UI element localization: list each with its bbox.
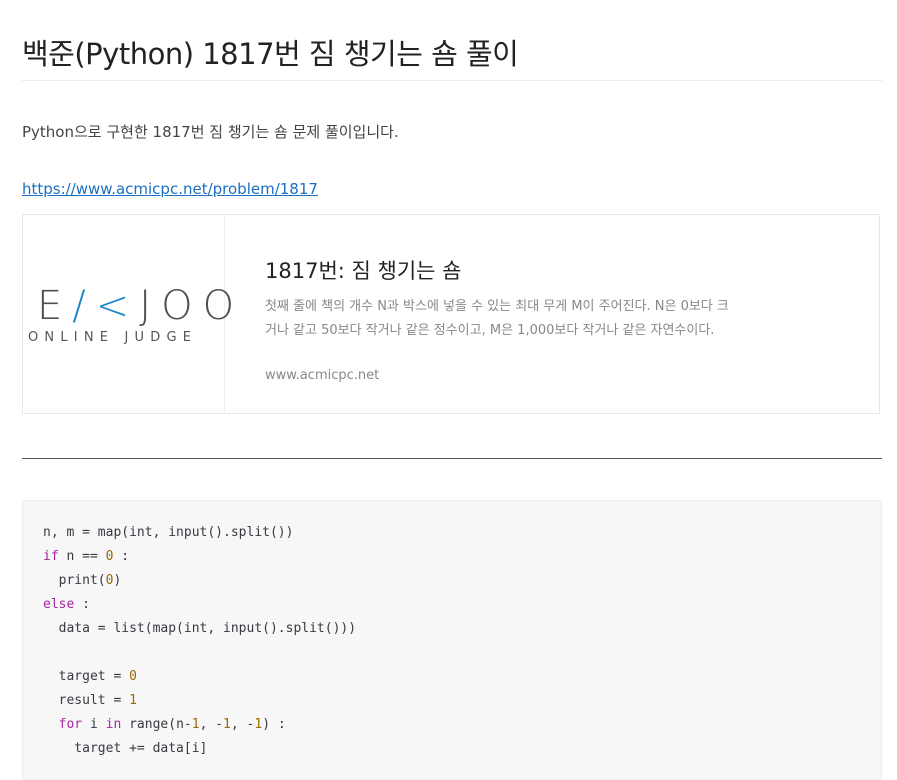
code-block: n, m = map(int, input().split()) if n ==… [22,500,882,780]
post-intro: Python으로 구현한 1817번 짐 챙기는 숌 문제 풀이입니다. [22,123,399,141]
card-thumbnail: E/<JOO ONLINE JUDGE [23,215,234,413]
code-text: target = [43,669,130,684]
number: 1 [191,717,200,732]
baekjoon-logo: E/<JOO [37,283,244,329]
title-divider [22,80,882,81]
code-line-5: data = list(map(int, input().split())) [43,621,357,636]
post-title: 백준(Python) 1817번 짐 챙기는 숌 풀이 [22,37,519,72]
blog-post: 백준(Python) 1817번 짐 챙기는 숌 풀이 Python으로 구현한… [0,0,897,780]
number: 1 [254,717,263,732]
code-text: range(n- [121,717,192,732]
code-line-1: n, m = map(int, input().split()) [43,525,294,540]
card-title[interactable]: 1817번: 짐 챙기는 숌 [265,255,461,285]
code-line-8: result = 1 [43,693,137,708]
code-text: i [82,717,106,732]
code-line-10: target += data[i] [43,741,208,756]
card-description: 첫째 줄에 책의 개수 N과 박스에 넣을 수 있는 최대 무게 M이 주어진다… [265,299,729,338]
code-text: : [113,549,130,564]
code-text: ) [113,573,122,588]
logo-main-accent: /< [72,283,140,329]
code-text: n == [58,549,106,564]
number: 1 [129,693,137,708]
code-text: , - [230,717,255,732]
section-divider [22,458,882,459]
problem-link[interactable]: https://www.acmicpc.net/problem/1817 [22,180,318,198]
logo-subtitle: ONLINE JUDGE [28,330,198,345]
code-line-3: print(0) [43,573,122,588]
logo-main-suffix: JOO [139,283,245,329]
code-text: , - [199,717,224,732]
code-line-4: else : [43,597,90,612]
keyword: if [43,549,59,564]
link-preview-card[interactable]: E/<JOO ONLINE JUDGE 1817번: 짐 챙기는 숌 첫째 줄에… [22,214,880,414]
code-text: print( [43,573,106,588]
code-content: n, m = map(int, input().split()) if n ==… [43,521,356,761]
code-text: : [74,597,90,612]
code-line-9: for i in range(n-1, -1, -1) : [43,717,286,732]
keyword: in [105,717,122,732]
keyword: else [43,597,75,612]
number: 1 [223,717,231,732]
code-line-2: if n == 0 : [43,549,129,564]
code-line-7: target = 0 [43,669,137,684]
code-text: result = [43,693,130,708]
keyword: for [58,717,83,732]
logo-main-prefix: E [37,283,73,329]
number: 0 [129,669,137,684]
card-host: www.acmicpc.net [265,368,380,383]
code-text: ) : [262,717,286,732]
